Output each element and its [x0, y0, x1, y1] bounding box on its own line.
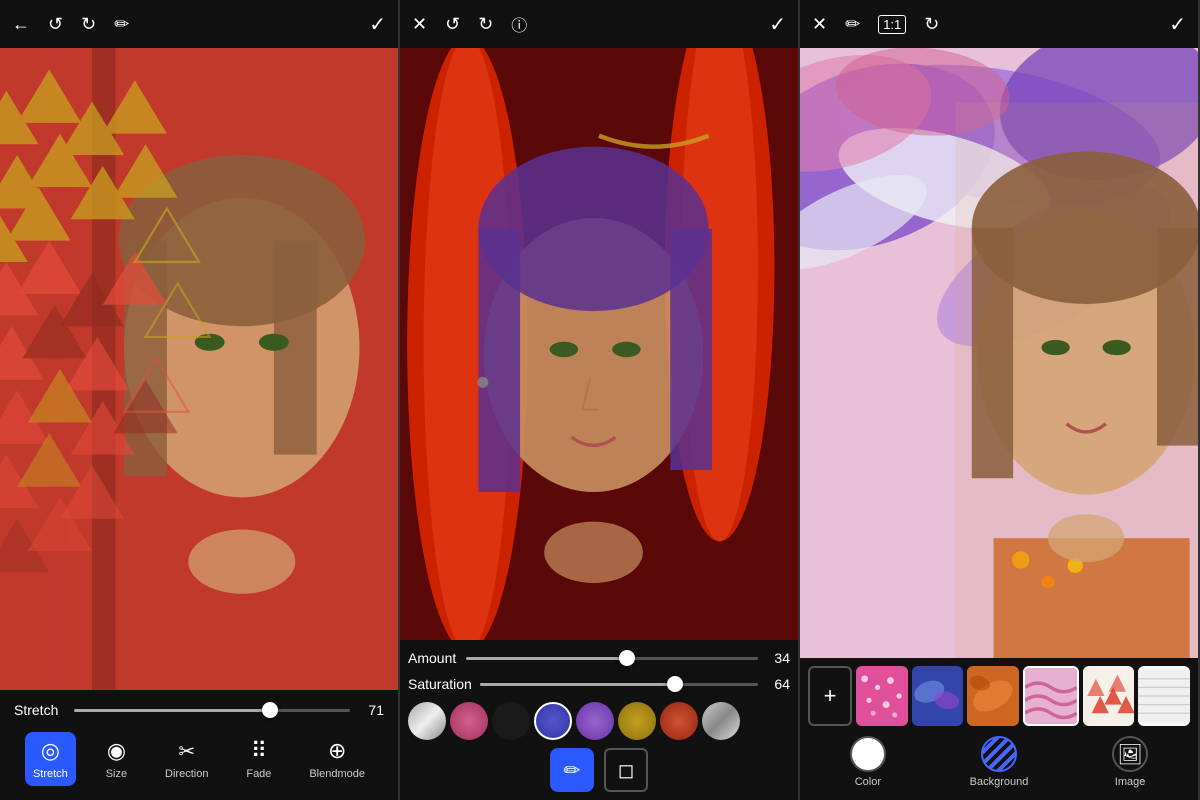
panel-hair-color: ✕ ↺ ↻ ⓘ ✓ — [400, 0, 800, 800]
bg-thumb-4[interactable] — [1023, 666, 1079, 726]
color-type-label: Color — [855, 776, 881, 788]
bg-thumb-2[interactable] — [912, 666, 964, 726]
add-background-button[interactable]: + — [808, 666, 852, 726]
saturation-fill — [480, 683, 675, 686]
background-type[interactable]: Background — [970, 736, 1029, 788]
blendmode-tool-label: Blendmode — [309, 768, 365, 780]
saturation-thumb[interactable] — [667, 676, 683, 692]
canvas-1[interactable] — [0, 48, 398, 690]
amount-fill — [466, 657, 627, 660]
bg-thumbnails: + — [808, 666, 1190, 726]
close-icon[interactable]: ✕ — [412, 14, 427, 35]
amount-value: 34 — [766, 650, 790, 666]
stretch-tool-label: Stretch — [33, 768, 68, 780]
toolbar-1: ← ↺ ↻ ✏ ✓ — [0, 0, 398, 48]
undo-icon-2[interactable]: ↺ — [445, 14, 460, 35]
swatch-gray[interactable] — [702, 702, 740, 740]
type-row: Color Background 🖼 Image — [808, 736, 1190, 792]
swatch-pink[interactable] — [450, 702, 488, 740]
blendmode-tool-icon: ⊕ — [328, 738, 346, 764]
saturation-track[interactable] — [480, 683, 758, 686]
eraser-icon-3[interactable]: ✏ — [845, 14, 860, 35]
image-type-icon: 🖼 — [1112, 736, 1148, 772]
info-icon[interactable]: ⓘ — [511, 12, 527, 36]
size-tool-label: Size — [106, 768, 127, 780]
bg-thumb-1[interactable] — [856, 666, 908, 726]
close-icon-3[interactable]: ✕ — [812, 14, 827, 35]
image-type[interactable]: 🖼 Image — [1112, 736, 1148, 788]
redo-icon-2[interactable]: ↻ — [478, 14, 493, 35]
stretch-tool[interactable]: ◎ Stretch — [25, 732, 76, 786]
check-icon-3[interactable]: ✓ — [1169, 12, 1186, 37]
saturation-slider-row: Saturation 64 — [408, 676, 790, 692]
amount-label: Amount — [408, 650, 458, 666]
swatch-red[interactable] — [660, 702, 698, 740]
redo-icon[interactable]: ↻ — [81, 14, 96, 35]
saturation-label: Saturation — [408, 676, 472, 692]
stretch-track[interactable] — [74, 709, 350, 712]
background-type-label: Background — [970, 776, 1029, 788]
brush-tools: ✏ ◻ — [408, 748, 790, 792]
ratio-icon[interactable]: 1:1 — [878, 15, 906, 34]
color-type-icon — [850, 736, 886, 772]
direction-tool[interactable]: ✂ Direction — [157, 733, 216, 786]
fade-tool-label: Fade — [246, 768, 271, 780]
undo-icon[interactable]: ↺ — [48, 14, 63, 35]
size-tool-icon: ◉ — [107, 738, 126, 764]
blendmode-tool[interactable]: ⊕ Blendmode — [301, 732, 373, 786]
swatch-black[interactable] — [492, 702, 530, 740]
brush-button[interactable]: ✏ — [550, 748, 594, 792]
stretch-slider-row: Stretch 71 — [14, 702, 384, 718]
panel2-controls: Amount 34 Saturation 64 — [400, 640, 798, 800]
swatch-gold[interactable] — [618, 702, 656, 740]
panel-stretch: ← ↺ ↻ ✏ ✓ — [0, 0, 400, 800]
color-type[interactable]: Color — [850, 736, 886, 788]
bg-thumb-3[interactable] — [967, 666, 1019, 726]
stretch-fill — [74, 709, 270, 712]
fade-tool[interactable]: ⠿ Fade — [238, 732, 279, 786]
panel3-controls: + — [800, 658, 1198, 800]
swatch-purple[interactable] — [576, 702, 614, 740]
amount-track[interactable] — [466, 657, 758, 660]
direction-tool-icon: ✂ — [178, 739, 195, 764]
eraser-button[interactable]: ◻ — [604, 748, 648, 792]
stretch-tool-icon: ◎ — [41, 738, 60, 764]
bg-thumb-6[interactable] — [1138, 666, 1190, 726]
toolbar-2: ✕ ↺ ↻ ⓘ ✓ — [400, 0, 798, 48]
check-icon-2[interactable]: ✓ — [769, 12, 786, 37]
swatch-silver[interactable] — [408, 702, 446, 740]
stretch-label: Stretch — [14, 702, 64, 718]
panel1-controls: Stretch 71 ◎ Stretch ◉ Size ✂ Direction — [0, 690, 398, 800]
eraser-icon[interactable]: ✏ — [114, 14, 129, 35]
tool-row: ◎ Stretch ◉ Size ✂ Direction ⠿ Fade ⊕ Bl… — [14, 732, 384, 792]
stretch-thumb[interactable] — [262, 702, 278, 718]
amount-thumb[interactable] — [619, 650, 635, 666]
fade-tool-icon: ⠿ — [251, 738, 267, 764]
amount-slider-row: Amount 34 — [408, 650, 790, 666]
size-tool[interactable]: ◉ Size — [98, 732, 135, 786]
stretch-value: 71 — [360, 702, 384, 718]
canvas-3[interactable] — [800, 48, 1198, 658]
back-icon[interactable]: ← — [12, 14, 30, 35]
rotate-icon[interactable]: ↻ — [924, 14, 939, 35]
saturation-value: 64 — [766, 676, 790, 692]
image-type-label: Image — [1115, 776, 1146, 788]
check-icon[interactable]: ✓ — [369, 12, 386, 37]
background-type-icon — [981, 736, 1017, 772]
direction-tool-label: Direction — [165, 768, 208, 780]
color-swatches — [408, 702, 790, 740]
toolbar-3: ✕ ✏ 1:1 ↻ ✓ — [800, 0, 1198, 48]
bg-thumb-5[interactable] — [1083, 666, 1135, 726]
panel-background: ✕ ✏ 1:1 ↻ ✓ — [800, 0, 1200, 800]
swatch-blue[interactable] — [534, 702, 572, 740]
canvas-2[interactable] — [400, 48, 798, 640]
